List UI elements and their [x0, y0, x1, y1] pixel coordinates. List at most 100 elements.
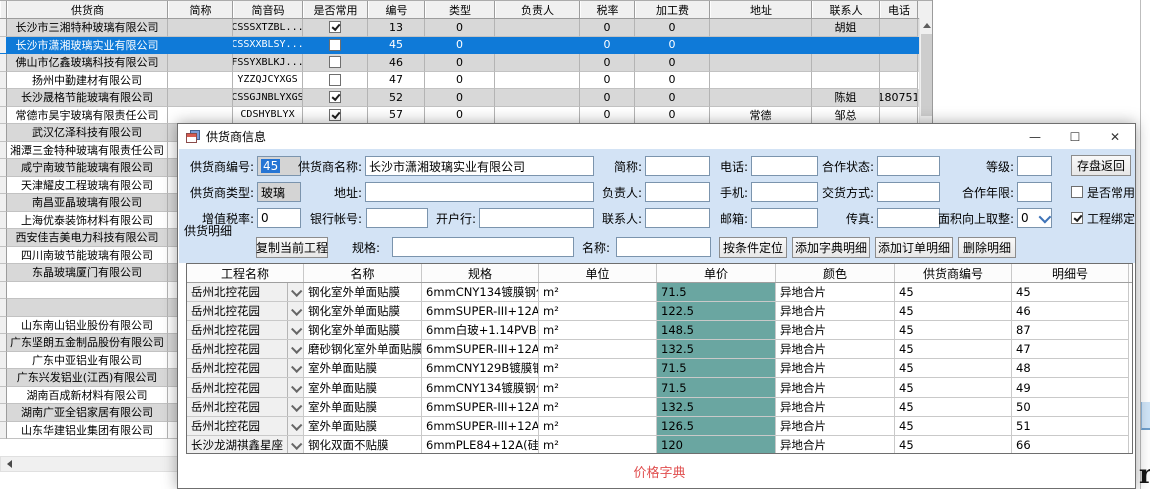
column-header[interactable]: 类型	[425, 1, 495, 18]
checkbox-checked-icon[interactable]	[1071, 212, 1083, 224]
column-header[interactable]: 供货商	[7, 1, 168, 18]
fax-label: 传真:	[810, 208, 874, 228]
name-filter-input[interactable]	[616, 237, 711, 257]
detail-row[interactable]: 岳州北控花园钢化室外单面贴膜6mm白玻+1.14PVB+6mm...m²148.…	[187, 321, 1132, 340]
detail-column-header[interactable]: 颜色	[776, 264, 895, 282]
phone-field[interactable]	[751, 156, 818, 176]
detail-row[interactable]: 岳州北控花园室外单面贴膜6mmSUPER-III+12A(硅...m²132.5…	[187, 398, 1132, 417]
detail-column-header[interactable]: 供货商编号	[895, 264, 1012, 282]
supplier-row[interactable]: 长沙晟格节能玻璃有限公司CSSGJNBLYXGS52000陈姐180751	[0, 89, 932, 107]
chevron-down-icon[interactable]	[287, 398, 303, 416]
checkbox-checked-icon[interactable]	[329, 91, 341, 103]
project-combo-cell[interactable]: 岳州北控花园	[187, 283, 304, 302]
project-combo-cell[interactable]: 岳州北控花园	[187, 398, 304, 417]
chevron-down-icon[interactable]	[287, 417, 303, 435]
locate-by-condition-button[interactable]: 按条件定位	[719, 237, 787, 258]
add-dictionary-detail-button[interactable]: 添加字典明细	[792, 237, 870, 258]
detail-row[interactable]: 岳州北控花园室外单面贴膜6mmSUPER-III+12A(硅...m²126.5…	[187, 417, 1132, 436]
detail-column-header[interactable]: 名称	[304, 264, 422, 282]
cell-rowhead	[0, 107, 7, 125]
scrollbar-thumb[interactable]	[921, 34, 932, 116]
chevron-down-icon[interactable]	[287, 359, 303, 377]
supplier-row[interactable]: 长沙市三湘特种玻璃有限公司CSSSXTZBL...13000胡姐	[0, 19, 932, 37]
project-combo-cell[interactable]: 岳州北控花园	[187, 302, 304, 321]
delete-detail-button[interactable]: 删除明细	[958, 237, 1016, 258]
column-header[interactable]: 税率	[580, 1, 635, 18]
add-order-detail-button[interactable]: 添加订单明细	[875, 237, 953, 258]
detail-row[interactable]: 岳州北控花园钢化室外单面贴膜6mmCNY134镀膜钢化m²71.5异地合片454…	[187, 283, 1132, 302]
common-checkbox[interactable]: 是否常用	[1071, 182, 1135, 202]
cell-supplier-id: 45	[895, 378, 1012, 397]
checkbox-checked-icon[interactable]	[329, 21, 341, 33]
cell-id: 47	[368, 72, 425, 90]
coop-years-field[interactable]	[1017, 182, 1052, 202]
chevron-down-icon[interactable]	[287, 283, 303, 301]
cell-tax: 0	[580, 54, 635, 72]
checkbox-icon[interactable]	[329, 39, 341, 51]
column-header[interactable]: 负责人	[495, 1, 580, 18]
address-field[interactable]	[365, 182, 594, 202]
spec-filter-input[interactable]	[392, 237, 574, 257]
detail-row[interactable]: 岳州北控花园室外单面贴膜6mmCNY134镀膜钢化m²71.5异地合片4549	[187, 378, 1132, 397]
column-header[interactable]: 是否常用	[303, 1, 368, 18]
grade-field[interactable]	[1017, 156, 1052, 176]
area-round-up-combo[interactable]: 0	[1017, 208, 1052, 228]
chevron-down-icon[interactable]	[287, 302, 303, 320]
column-header[interactable]: 加工费	[635, 1, 710, 18]
detail-row[interactable]: 岳州北控花园室外单面贴膜6mmCNY129B镀膜钢化m²71.5异地合片4548	[187, 359, 1132, 378]
cell-price: 126.5	[657, 417, 776, 436]
scroll-left-icon[interactable]	[7, 460, 12, 468]
chevron-down-icon[interactable]	[287, 436, 303, 454]
maximize-button[interactable]: ☐	[1055, 124, 1095, 149]
column-header[interactable]: 简称	[168, 1, 233, 18]
close-button[interactable]: ✕	[1095, 124, 1135, 149]
column-header[interactable]: 联系人	[812, 1, 880, 18]
cell-name: 山东华建铝业集团有限公司	[7, 422, 168, 440]
dialog-titlebar[interactable]: 供货商信息 — ☐ ✕	[178, 124, 1135, 149]
checkbox-icon[interactable]	[1071, 186, 1083, 198]
cell-rowhead	[0, 299, 7, 317]
project-combo-cell[interactable]: 岳州北控花园	[187, 340, 304, 359]
column-header[interactable]: 简音码	[233, 1, 303, 18]
mobile-field[interactable]	[751, 182, 818, 202]
column-header[interactable]: 地址	[710, 1, 812, 18]
copy-project-button[interactable]: 复制当前工程	[256, 237, 328, 258]
checkbox-icon[interactable]	[329, 74, 341, 86]
bank-account-label: 银行帐号:	[286, 208, 362, 228]
supplier-row[interactable]: 扬州中勤建材有限公司YZZQJCYXGS47000	[0, 72, 932, 90]
detail-column-header[interactable]: 工程名称	[187, 264, 304, 282]
detail-row[interactable]: 长沙龙湖祺鑫星座钢化双面不贴膜6mmPLE84+12A(硅酮胶...m²120异…	[187, 436, 1132, 454]
supplier-row[interactable]: 常德市昊宇玻璃有限责任公司CDSHYBLYX57000常德邹总	[0, 107, 932, 125]
chevron-down-icon[interactable]	[287, 378, 303, 396]
project-combo-cell[interactable]: 长沙龙湖祺鑫星座	[187, 436, 304, 454]
chevron-down-icon[interactable]	[287, 340, 303, 358]
detail-row[interactable]: 岳州北控花园磨砂钢化室外单面贴膜6mmSUPER-III+12A(硅...m²1…	[187, 340, 1132, 359]
checkbox-icon[interactable]	[329, 56, 341, 68]
save-return-button[interactable]: 存盘返回	[1071, 155, 1131, 176]
project-combo-cell[interactable]: 岳州北控花园	[187, 321, 304, 340]
column-header[interactable]: 电话	[880, 1, 918, 18]
chevron-down-icon[interactable]	[287, 321, 303, 339]
cell-price: 71.5	[657, 378, 776, 397]
project-combo-cell[interactable]: 岳州北控花园	[187, 417, 304, 436]
project-combo-cell[interactable]: 岳州北控花园	[187, 359, 304, 378]
email-field[interactable]	[751, 208, 818, 228]
bank-account-field[interactable]	[366, 208, 428, 228]
minimize-button[interactable]: —	[1015, 124, 1055, 149]
supplier-row[interactable]: 佛山市亿鑫玻璃科技有限公司FSSYXBLKJ...46000	[0, 54, 932, 72]
cell-name: 广东兴发铝业(江西)有限公司	[7, 369, 168, 387]
detail-column-header[interactable]: 规格	[422, 264, 539, 282]
cell-price: 132.5	[657, 398, 776, 417]
project-combo-cell[interactable]: 岳州北控花园	[187, 378, 304, 397]
supplier-name-field[interactable]: 长沙市潇湘玻璃实业有限公司	[365, 156, 594, 176]
detail-column-header[interactable]: 明细号	[1012, 264, 1129, 282]
column-header[interactable]: 编号	[368, 1, 425, 18]
supplier-row[interactable]: 长沙市潇湘玻璃实业有限公司CSSXXBLSY...45000	[0, 37, 932, 55]
detail-column-header[interactable]: 单位	[539, 264, 657, 282]
binding-checkbox[interactable]: 工程绑定	[1071, 208, 1135, 228]
email-label: 邮箱:	[684, 208, 748, 228]
cell-phone: 180751	[880, 89, 918, 107]
detail-row[interactable]: 岳州北控花园钢化室外单面贴膜6mmSUPER-III+12A(硅...m²122…	[187, 302, 1132, 321]
checkbox-checked-icon[interactable]	[329, 109, 341, 121]
detail-column-header[interactable]: 单价	[657, 264, 776, 282]
